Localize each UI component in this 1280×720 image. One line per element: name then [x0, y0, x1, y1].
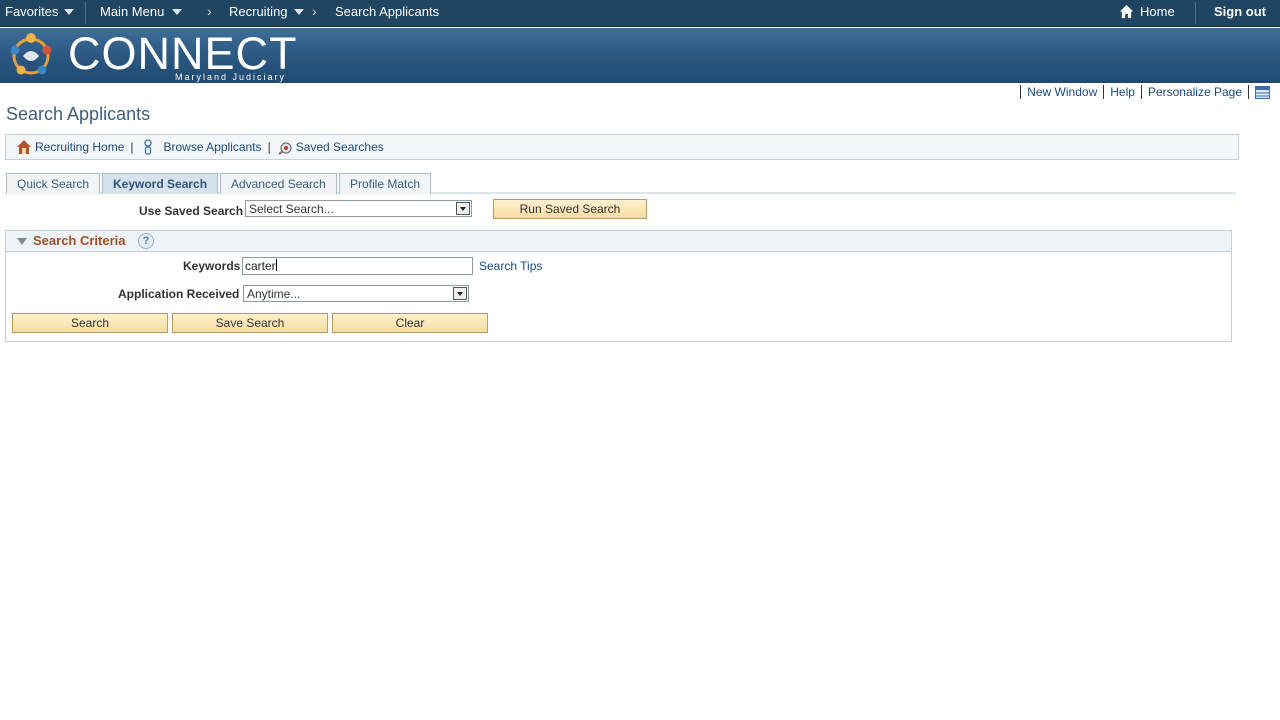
sign-out-label: Sign out [1214, 4, 1266, 19]
main-menu-label: Main Menu [100, 4, 165, 19]
chevron-right-icon: › [207, 3, 212, 19]
table-icon [1256, 86, 1269, 96]
search-tabs: Quick Search Keyword Search Advanced Sea… [6, 173, 1236, 194]
help-icon[interactable]: ? [138, 233, 154, 249]
related-links-bar: Recruiting Home | Browse Applicants | Sa… [5, 134, 1239, 160]
search-criteria-header[interactable]: Search Criteria ? [6, 231, 1231, 252]
home-label: Home [1140, 4, 1175, 19]
top-nav-bar: Favorites Main Menu › Recruiting › Searc… [0, 0, 1280, 27]
logo-subtitle: Maryland Judiciary [175, 72, 287, 82]
dropdown-arrow-icon [456, 202, 470, 215]
connect-logo-icon [10, 33, 52, 75]
keywords-label: Keywords [183, 259, 241, 273]
divider [1195, 2, 1196, 24]
favorites-menu[interactable]: Favorites [5, 4, 75, 19]
clear-button[interactable]: Clear [332, 313, 488, 333]
tab-keyword-search[interactable]: Keyword Search [102, 173, 219, 194]
application-received-value: Anytime... [247, 287, 301, 301]
search-button[interactable]: Search [12, 313, 168, 333]
application-received-select[interactable]: Anytime... [243, 285, 469, 302]
separator: | [267, 140, 271, 154]
browse-applicants-label: Browse Applicants [163, 140, 262, 154]
recruiting-home-link[interactable]: Recruiting Home [16, 139, 124, 155]
personalize-page-link[interactable]: Personalize Page [1140, 85, 1248, 99]
help-link[interactable]: Help [1103, 85, 1141, 99]
banner: CONNECT Maryland Judiciary [0, 28, 1280, 83]
page-links: New Window Help Personalize Page [1020, 85, 1270, 99]
saved-searches-label: Saved Searches [295, 140, 384, 154]
magnifier-icon [278, 142, 292, 155]
chevron-down-icon [64, 8, 75, 15]
favorites-label: Favorites [5, 4, 59, 19]
use-saved-search-label: Use Saved Search [139, 204, 244, 218]
chevron-down-icon [172, 8, 183, 15]
text-cursor [275, 259, 277, 271]
chevron-down-icon [293, 8, 304, 15]
sign-out-link[interactable]: Sign out [1214, 4, 1266, 19]
application-received-label: Application Received [118, 287, 240, 301]
grid-icon[interactable] [1255, 85, 1270, 99]
search-tips-link[interactable]: Search Tips [479, 259, 542, 273]
breadcrumb-current: Search Applicants [335, 4, 439, 19]
person-icon [143, 139, 152, 155]
run-saved-search-button[interactable]: Run Saved Search [493, 199, 647, 219]
collapse-triangle-icon[interactable] [17, 238, 27, 245]
breadcrumb-recruiting[interactable]: Recruiting [229, 4, 304, 19]
main-menu[interactable]: Main Menu [100, 4, 183, 19]
saved-searches-link[interactable]: Saved Searches [277, 139, 384, 155]
chevron-right-icon: › [312, 3, 317, 19]
saved-search-select[interactable]: Select Search... [245, 200, 472, 217]
dropdown-arrow-icon [453, 287, 467, 300]
save-search-button[interactable]: Save Search [172, 313, 328, 333]
tab-quick-search[interactable]: Quick Search [6, 173, 101, 194]
breadcrumb-recruiting-label: Recruiting [229, 4, 288, 19]
separator: | [130, 140, 134, 154]
house-icon [17, 140, 31, 154]
divider [85, 2, 86, 24]
search-criteria-title: Search Criteria [33, 233, 126, 248]
new-window-link[interactable]: New Window [1020, 85, 1103, 99]
home-icon [1119, 4, 1134, 19]
divider [1248, 85, 1249, 99]
page-title: Search Applicants [6, 104, 151, 124]
keywords-input-value: carter [245, 259, 276, 273]
tab-advanced-search[interactable]: Advanced Search [220, 173, 337, 194]
keywords-input[interactable]: carter [242, 257, 473, 275]
browse-applicants-link[interactable]: Browse Applicants [140, 139, 262, 155]
home-link[interactable]: Home [1119, 4, 1175, 19]
saved-search-select-value: Select Search... [249, 202, 334, 216]
recruiting-home-label: Recruiting Home [35, 140, 125, 154]
breadcrumb-current-label: Search Applicants [335, 4, 440, 19]
tab-profile-match[interactable]: Profile Match [339, 173, 432, 194]
